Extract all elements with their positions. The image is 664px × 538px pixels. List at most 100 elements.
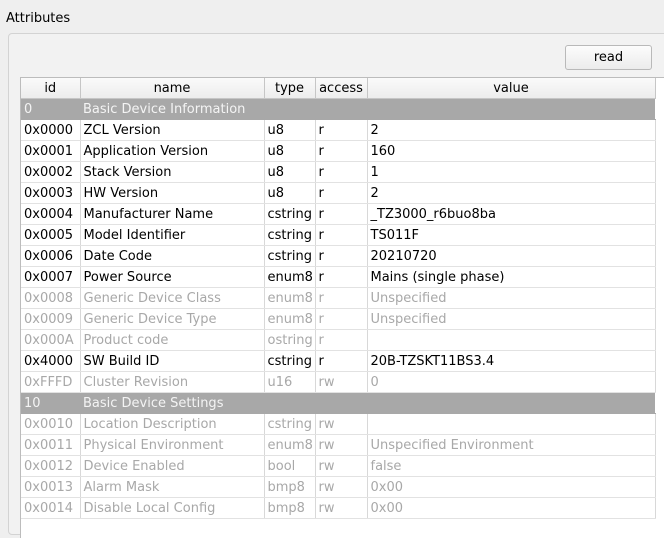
attributes-table-container[interactable]: id name type access value 0 Basic Device …	[20, 77, 664, 538]
attribute-row[interactable]: 0x0003 HW Version u8 r 2	[21, 182, 656, 204]
column-header-value[interactable]: value	[367, 78, 656, 99]
attribute-row[interactable]: 0x0012 Device Enabled bool rw false	[21, 455, 656, 477]
cell-access: rw	[315, 434, 368, 456]
cell-access: r	[315, 329, 368, 351]
cell-type: enum8	[264, 287, 316, 309]
cell-access: r	[315, 119, 368, 141]
cell-type: cstring	[264, 245, 316, 267]
cell-type: u8	[264, 140, 316, 162]
column-header-name[interactable]: name	[80, 78, 265, 99]
cell-name: HW Version	[80, 182, 265, 204]
cell-type: u8	[264, 119, 316, 141]
attribute-row[interactable]: 0x000A Product code ostring r	[21, 329, 656, 351]
read-button[interactable]: read	[565, 45, 652, 70]
cell-type: cstring	[264, 350, 316, 372]
cell-access: rw	[315, 371, 368, 393]
cell-value: 1	[367, 161, 656, 183]
cell-access: r	[315, 140, 368, 162]
cell-type: ostring	[264, 329, 316, 351]
cell-name: Cluster Revision	[80, 371, 265, 393]
cell-type: u8	[264, 161, 316, 183]
cell-name: Generic Device Type	[80, 308, 265, 330]
cell-value: false	[367, 455, 656, 477]
cell-id: 0x0003	[21, 182, 81, 204]
cell-name: SW Build ID	[80, 350, 265, 372]
cell-id: 0x0013	[21, 476, 81, 498]
cell-access: r	[315, 245, 368, 267]
cell-value: Unspecified	[367, 308, 656, 330]
cell-id: 0x0005	[21, 224, 81, 246]
cell-value: 20210720	[367, 245, 656, 267]
cell-name: Generic Device Class	[80, 287, 265, 309]
cell-access: rw	[315, 413, 368, 435]
cell-type: bmp8	[264, 476, 316, 498]
cell-type: bmp8	[264, 497, 316, 519]
cell-access: rw	[315, 476, 368, 498]
cell-access: r	[315, 308, 368, 330]
cell-type: enum8	[264, 434, 316, 456]
cell-value: Unspecified	[367, 287, 656, 309]
cell-type: u16	[264, 371, 316, 393]
section-row[interactable]: 10 Basic Device Settings	[21, 392, 655, 414]
attributes-group-title: Attributes	[6, 11, 71, 26]
column-header-id[interactable]: id	[21, 78, 81, 99]
attribute-row[interactable]: 0xFFFD Cluster Revision u16 rw 0	[21, 371, 656, 393]
cell-access: r	[315, 224, 368, 246]
cell-value: 0x00	[367, 497, 656, 519]
cell-access: r	[315, 266, 368, 288]
cell-id: 0x0000	[21, 119, 81, 141]
attribute-row[interactable]: 0x0010 Location Description cstring rw	[21, 413, 656, 435]
cell-id: 0x0009	[21, 308, 81, 330]
cell-name: Physical Environment	[80, 434, 265, 456]
attribute-row[interactable]: 0x0014 Disable Local Config bmp8 rw 0x00	[21, 497, 656, 519]
attribute-row[interactable]: 0x4000 SW Build ID cstring r 20B-TZSKT11BS3.…	[21, 350, 656, 372]
section-name: Basic Device Information	[80, 98, 655, 120]
cell-name: Alarm Mask	[80, 476, 265, 498]
cell-name: Date Code	[80, 245, 265, 267]
table-header-row: id name type access value	[21, 78, 656, 99]
cell-value: Mains (single phase)	[367, 266, 656, 288]
section-row[interactable]: 0 Basic Device Information	[21, 98, 655, 120]
cell-value	[367, 329, 656, 351]
cell-name: Stack Version	[80, 161, 265, 183]
cell-type: enum8	[264, 308, 316, 330]
cell-type: cstring	[264, 413, 316, 435]
cell-access: r	[315, 161, 368, 183]
cell-id: 0x0006	[21, 245, 81, 267]
attribute-row[interactable]: 0x0011 Physical Environment enum8 rw Unspeci…	[21, 434, 656, 456]
cell-access: r	[315, 350, 368, 372]
cell-id: 0x0011	[21, 434, 81, 456]
cell-name: Location Description	[80, 413, 265, 435]
cell-id: 0x0014	[21, 497, 81, 519]
attribute-row[interactable]: 0x0000 ZCL Version u8 r 2	[21, 119, 656, 141]
cell-id: 0x0004	[21, 203, 81, 225]
cell-value: Unspecified Environment	[367, 434, 656, 456]
attribute-row[interactable]: 0x0007 Power Source enum8 r Mains (single ph…	[21, 266, 656, 288]
attribute-row[interactable]: 0x0004 Manufacturer Name cstring r _TZ3000_r…	[21, 203, 656, 225]
cell-type: cstring	[264, 203, 316, 225]
cell-access: rw	[315, 455, 368, 477]
cell-value: 2	[367, 182, 656, 204]
cell-value: 0x00	[367, 476, 656, 498]
column-header-access[interactable]: access	[315, 78, 368, 99]
attribute-row[interactable]: 0x0005 Model Identifier cstring r TS011F	[21, 224, 656, 246]
cell-id: 0x0012	[21, 455, 81, 477]
attribute-row[interactable]: 0x0006 Date Code cstring r 20210720	[21, 245, 656, 267]
cell-type: bool	[264, 455, 316, 477]
attributes-table: id name type access value 0 Basic Device …	[21, 78, 656, 519]
cell-access: r	[315, 203, 368, 225]
attribute-row[interactable]: 0x0009 Generic Device Type enum8 r Unspecifi…	[21, 308, 656, 330]
attribute-row[interactable]: 0x0013 Alarm Mask bmp8 rw 0x00	[21, 476, 656, 498]
attribute-row[interactable]: 0x0002 Stack Version u8 r 1	[21, 161, 656, 183]
cell-id: 0x0008	[21, 287, 81, 309]
attribute-row[interactable]: 0x0001 Application Version u8 r 160	[21, 140, 656, 162]
column-header-type[interactable]: type	[264, 78, 316, 99]
cell-value	[367, 413, 656, 435]
attribute-row[interactable]: 0x0008 Generic Device Class enum8 r Unspecif…	[21, 287, 656, 309]
cell-id: 0x0001	[21, 140, 81, 162]
cell-name: Disable Local Config	[80, 497, 265, 519]
cell-type: cstring	[264, 224, 316, 246]
cell-type: enum8	[264, 266, 316, 288]
cell-name: Model Identifier	[80, 224, 265, 246]
cell-name: Device Enabled	[80, 455, 265, 477]
